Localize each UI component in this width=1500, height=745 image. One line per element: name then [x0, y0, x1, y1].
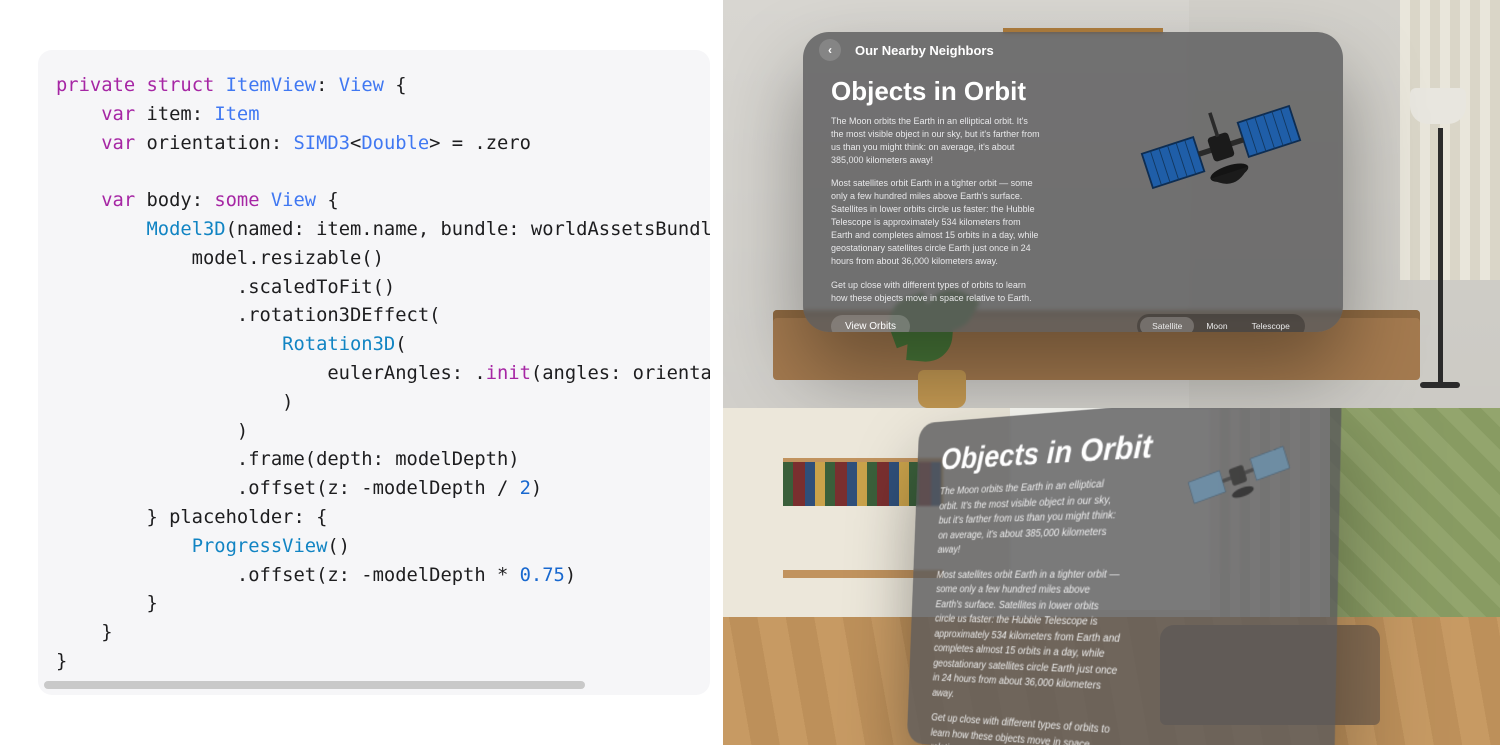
model-column: Satellite Moon Telescope	[1158, 412, 1314, 745]
paragraph: The Moon orbits the Earth in an elliptic…	[937, 476, 1125, 558]
segment-telescope[interactable]: Telescope	[1240, 317, 1302, 332]
paragraph: Get up close with different types of orb…	[930, 711, 1118, 745]
scene-front-view: ‹ Our Nearby Neighbors Objects in Orbit …	[723, 0, 1500, 408]
view-orbits-button[interactable]: View Orbits	[831, 315, 910, 332]
code-scroll-region[interactable]: private struct ItemView: View { var item…	[56, 72, 710, 679]
code-card: private struct ItemView: View { var item…	[38, 50, 710, 695]
segmented-control[interactable]: Satellite Moon Telescope	[1137, 314, 1305, 332]
segment-moon[interactable]: Moon	[1194, 317, 1239, 332]
paragraph: Most satellites orbit Earth in a tighter…	[932, 567, 1123, 712]
page-title: Objects in Orbit	[940, 429, 1153, 478]
paragraph: The Moon orbits the Earth in an elliptic…	[831, 115, 1041, 167]
wall-art-frame	[1003, 0, 1163, 34]
floor-lamp	[1410, 88, 1470, 388]
spatial-nav-bar: ‹ Our Nearby Neighbors	[803, 32, 1343, 68]
paragraph: Get up close with different types of orb…	[831, 279, 1041, 305]
scene-perspective-view: Objects in Orbit The Moon orbits the Ear…	[723, 408, 1500, 745]
spatial-window[interactable]: ‹ Our Nearby Neighbors Objects in Orbit …	[803, 32, 1343, 332]
text-column: Objects in Orbit The Moon orbits the Ear…	[831, 72, 1107, 332]
satellite-icon	[1131, 72, 1311, 222]
satellite-icon	[1176, 413, 1303, 534]
back-button[interactable]: ‹	[819, 39, 841, 61]
code-panel: private struct ItemView: View { var item…	[0, 0, 723, 745]
nav-title: Our Nearby Neighbors	[855, 43, 994, 58]
preview-pane: ‹ Our Nearby Neighbors Objects in Orbit …	[723, 0, 1500, 745]
horizontal-scrollbar[interactable]	[44, 681, 704, 689]
chevron-left-icon: ‹	[828, 43, 832, 57]
text-column: Objects in Orbit The Moon orbits the Ear…	[930, 424, 1154, 745]
model-column: Satellite Moon Telescope	[1121, 72, 1321, 332]
page-title: Objects in Orbit	[831, 76, 1107, 107]
segment-satellite[interactable]: Satellite	[1140, 317, 1194, 332]
paragraph: Most satellites orbit Earth in a tighter…	[831, 177, 1041, 268]
spatial-window[interactable]: Objects in Orbit The Moon orbits the Ear…	[907, 408, 1342, 745]
horizontal-scrollbar-thumb[interactable]	[44, 681, 585, 689]
code-content: private struct ItemView: View { var item…	[56, 72, 710, 677]
